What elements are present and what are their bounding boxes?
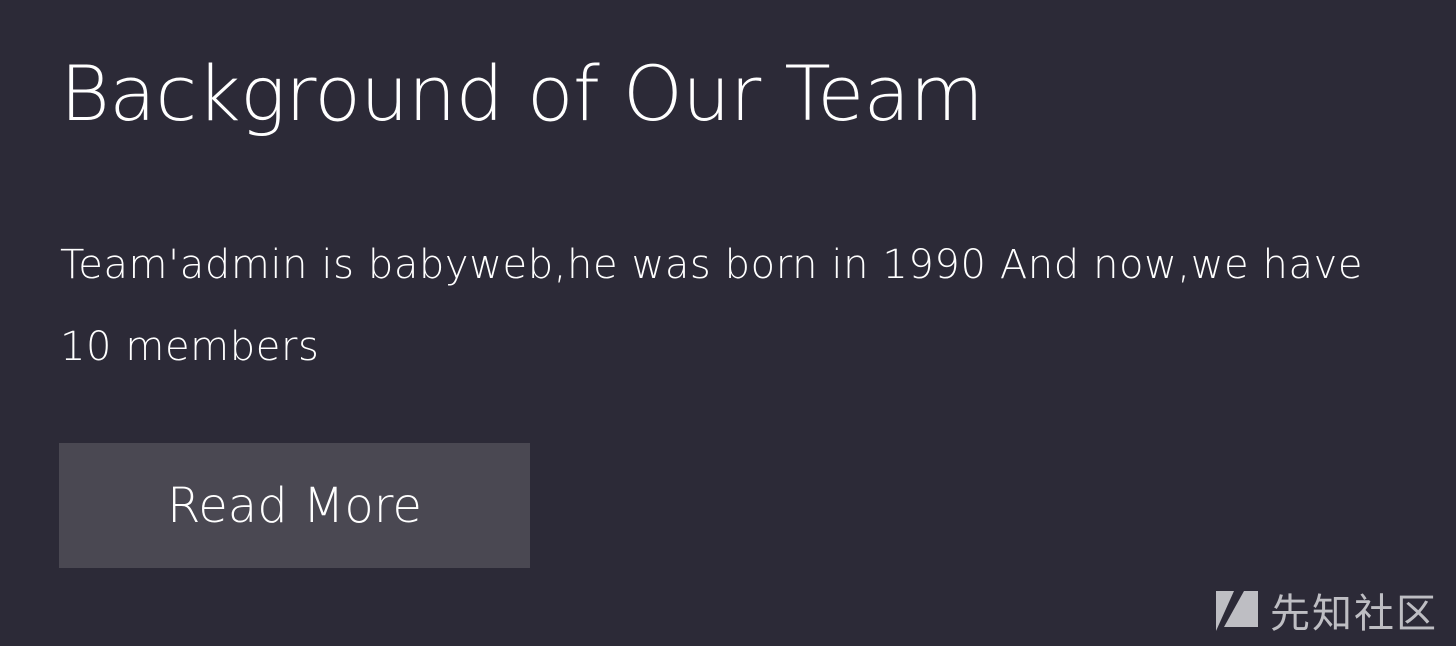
read-more-button[interactable]: Read More: [59, 443, 530, 568]
watermark-text: 先知社区: [1270, 591, 1438, 637]
section-title: Background of Our Team: [60, 49, 984, 138]
xianzhi-logo-icon: [1216, 591, 1258, 631]
watermark: 先知社区: [1214, 582, 1438, 638]
team-description: Team'admin is babyweb,he was born in 199…: [60, 242, 1364, 370]
team-background-section: Background of Our Team Team'admin is bab…: [0, 0, 1456, 646]
